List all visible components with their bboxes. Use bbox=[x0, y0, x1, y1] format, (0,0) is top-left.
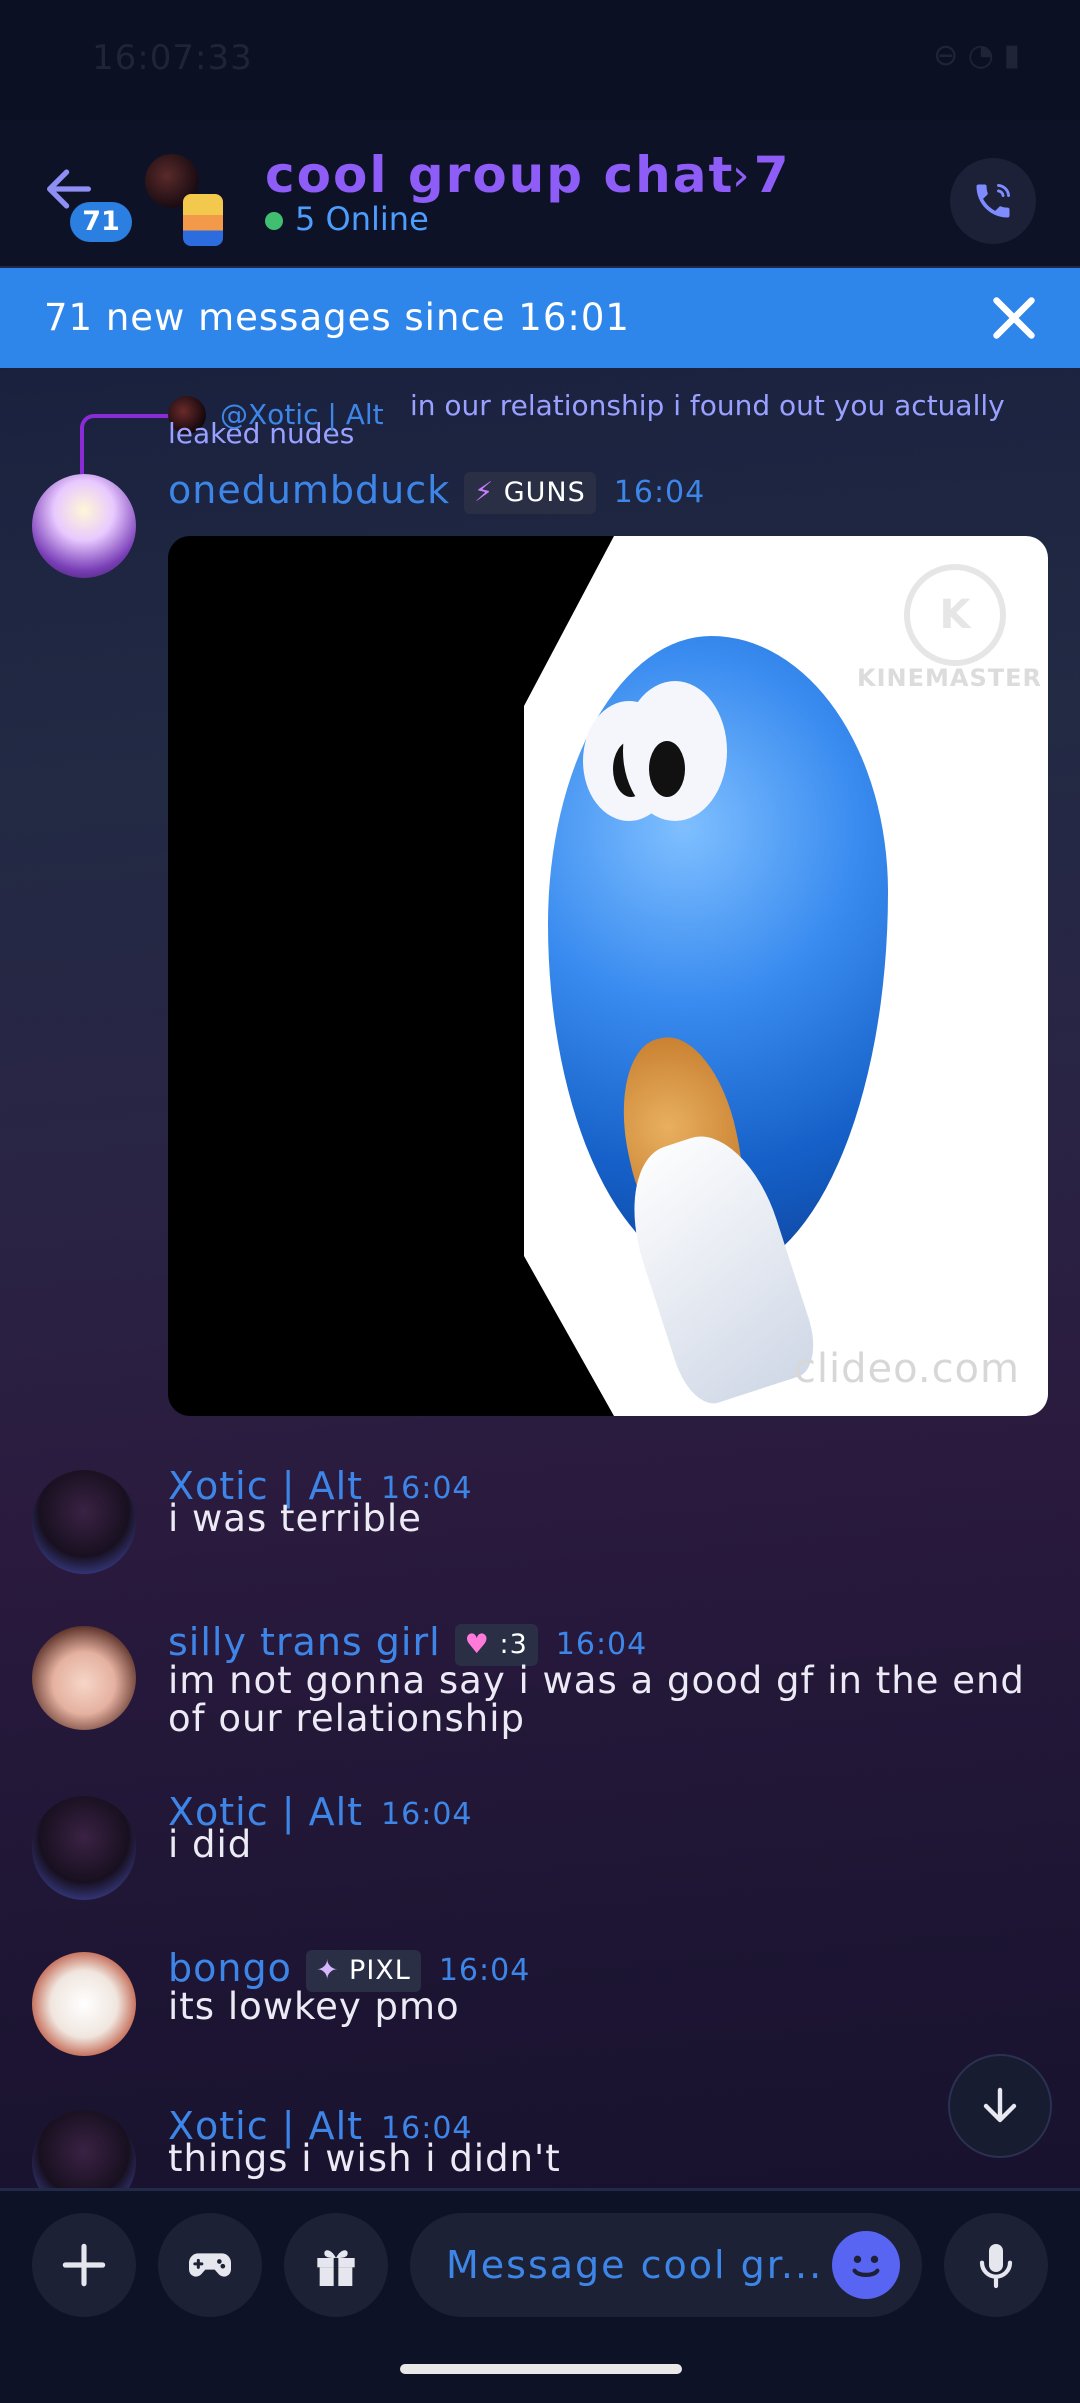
activities-button[interactable] bbox=[158, 2213, 262, 2317]
plus-icon bbox=[62, 2243, 106, 2287]
lightning-icon: ⚡ bbox=[474, 476, 495, 508]
status-icons: ⊖ ◔ ▮ bbox=[933, 38, 1020, 73]
emoji-icon bbox=[852, 2255, 880, 2278]
gamepad-icon bbox=[189, 2253, 231, 2277]
message-timestamp: 16:04 bbox=[555, 1627, 648, 1662]
message-text: i did bbox=[168, 1823, 253, 1866]
author-name: onedumbduck bbox=[168, 468, 451, 512]
microphone-icon bbox=[979, 2244, 1013, 2289]
scroll-to-bottom-button[interactable] bbox=[948, 2054, 1052, 2158]
unread-count-badge: 71 bbox=[70, 202, 132, 242]
message-timestamp: 16:04 bbox=[613, 475, 706, 510]
role-badge-label: PIXL bbox=[349, 1954, 411, 1986]
role-badge-label: :3 bbox=[499, 1628, 528, 1660]
clideo-watermark: clideo.com bbox=[793, 1346, 1020, 1392]
close-banner-button[interactable] bbox=[984, 288, 1044, 348]
avatar[interactable] bbox=[32, 1952, 136, 2056]
video-attachment[interactable]: K KINEMASTER clideo.com bbox=[168, 536, 1048, 1416]
reply-connector bbox=[80, 414, 170, 474]
chevron-right-icon[interactable]: › bbox=[732, 150, 750, 201]
voice-message-button[interactable] bbox=[944, 2213, 1048, 2317]
role-badge-label: GUNS bbox=[503, 476, 586, 508]
author-name: silly trans girl bbox=[168, 1620, 441, 1664]
sparkle-icon: ✦ bbox=[315, 1954, 340, 1986]
online-status-dot bbox=[265, 212, 283, 230]
chat-header: 71 cool group chat 7 › 5 Online bbox=[0, 120, 1080, 269]
kinemaster-watermark: KINEMASTER bbox=[857, 664, 1042, 692]
group-title[interactable]: cool group chat 7 bbox=[265, 146, 791, 204]
author-name: bongo bbox=[168, 1946, 292, 1990]
message-text: im not gonna say i was a good gf in the … bbox=[168, 1659, 1025, 1740]
message-timestamp: 16:04 bbox=[438, 1953, 531, 1988]
new-messages-banner[interactable]: 71 new messages since 16:01 bbox=[0, 268, 1080, 368]
emoji-button[interactable] bbox=[832, 2231, 900, 2299]
gift-button[interactable] bbox=[284, 2213, 388, 2317]
message-input[interactable]: Message cool gr... bbox=[410, 2213, 922, 2317]
close-icon bbox=[993, 297, 1035, 339]
online-count: 5 Online bbox=[295, 200, 429, 238]
message-text: its lowkey pmo bbox=[168, 1985, 460, 2028]
message-input-placeholder: Message cool gr... bbox=[446, 2243, 824, 2287]
avatar[interactable] bbox=[32, 474, 136, 578]
group-avatar[interactable] bbox=[145, 154, 225, 246]
message-author[interactable]: onedumbduck ⚡ GUNS 16:04 bbox=[168, 468, 705, 514]
message-text: things i wish i didn't bbox=[168, 2137, 561, 2180]
arrow-down-icon bbox=[983, 2087, 1017, 2123]
avatar[interactable] bbox=[32, 1796, 136, 1900]
avatar[interactable] bbox=[32, 1626, 136, 1730]
phone-icon bbox=[976, 183, 1011, 218]
new-messages-text: 71 new messages since 16:01 bbox=[44, 296, 630, 339]
reply-author[interactable]: @Xotic | Alt bbox=[220, 398, 384, 431]
status-time: 16:07:33 bbox=[92, 38, 253, 78]
home-indicator[interactable] bbox=[400, 2364, 682, 2374]
role-badge: ⚡ GUNS bbox=[464, 471, 596, 514]
heart-icon: ♥ bbox=[464, 1628, 490, 1660]
message-text: i was terrible bbox=[168, 1497, 422, 1540]
group-avatar-member-2 bbox=[183, 194, 223, 246]
kinemaster-logo: K bbox=[904, 564, 1006, 666]
status-bar: 16:07:33 ⊖ ◔ ▮ bbox=[0, 0, 1080, 120]
add-attachment-button[interactable] bbox=[32, 2213, 136, 2317]
voice-call-button[interactable] bbox=[950, 158, 1036, 244]
emoji-eye-right bbox=[623, 681, 727, 821]
gift-icon bbox=[317, 2250, 355, 2286]
avatar[interactable] bbox=[32, 1470, 136, 1574]
